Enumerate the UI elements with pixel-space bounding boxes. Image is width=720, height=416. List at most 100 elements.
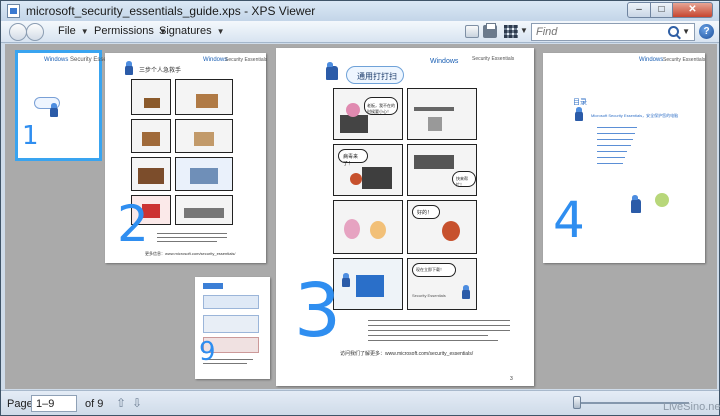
text-line [157, 233, 227, 234]
speech-bubble-text: 好的！ [417, 210, 433, 216]
back-button[interactable] [9, 23, 27, 41]
maximize-button[interactable]: □ [651, 2, 673, 18]
window-title: microsoft_security_essentials_guide.xps … [26, 4, 316, 18]
printer-icon[interactable] [483, 23, 497, 38]
signatures-menu[interactable]: Signatures ▼ [159, 25, 225, 37]
comic-panel: 好的！ [407, 200, 477, 254]
title-bar: microsoft_security_essentials_guide.xps … [1, 1, 719, 21]
zoom-slider-thumb[interactable] [573, 396, 581, 409]
page-footer-text: 访问我们了解更多：www.microsoft.com/security_esse… [340, 351, 474, 357]
page-thumbnail-9[interactable]: 9 [195, 277, 270, 379]
comic-panel [333, 200, 403, 254]
speech-bubble-text: 病毒来了！ [343, 154, 359, 167]
page-label: Page [7, 398, 33, 410]
next-page-icon[interactable]: ⇩ [130, 396, 144, 410]
speech-bubble-text: 老板，我不在的时候要小心！ [367, 103, 395, 114]
security-essentials-badge: Security Essentials [412, 293, 446, 298]
forward-button[interactable] [26, 23, 44, 41]
find-box: ▼ [531, 23, 695, 41]
windows-logo-text: Windows [639, 57, 664, 63]
comic-panel [175, 119, 233, 153]
header-graphic [203, 283, 223, 289]
speech-bubble: 老板，我不在的时候要小心！ [364, 97, 398, 115]
page-number-label: 9 [199, 337, 216, 367]
help-icon[interactable]: ? [699, 24, 714, 39]
mascot-figure [326, 62, 338, 80]
windows-logo-text: Windows [203, 57, 228, 63]
comic-panel: 快来帮忙！ [407, 144, 477, 196]
find-input[interactable] [532, 24, 660, 40]
text-line [157, 237, 227, 238]
chevron-down-icon: ▼ [80, 27, 89, 36]
page-number-label: 1 [22, 121, 39, 151]
text-line [368, 335, 488, 336]
comic-title: 通用打打扫 [357, 72, 397, 81]
toc-heading: Microsoft Security Essentials，安全保护您的电脑 [591, 113, 679, 118]
speech-bubble-text: 快来帮忙！ [456, 176, 468, 187]
mascot-figure [50, 103, 58, 117]
comic-panel: 现在立即下载！ Security Essentials [407, 258, 477, 310]
speech-bubble: 病毒来了！ [338, 149, 368, 167]
page-thumbnail-1[interactable]: Windows Security Essentials 1 [15, 50, 121, 161]
page-number-label: 3 [294, 268, 342, 354]
virus-figure [655, 193, 669, 207]
security-essentials-logo: Security Essentials [225, 57, 268, 63]
signatures-menu-label: Signatures [159, 25, 212, 37]
chevron-down-icon: ▼ [216, 27, 225, 36]
screenshot-graphic [203, 295, 259, 309]
bookmark-icon[interactable] [465, 25, 479, 38]
page-number-label: 2 [117, 195, 149, 253]
page-thumbnail-4[interactable]: Windows Security Essentials 目录 Microsoft… [543, 53, 705, 263]
search-icon[interactable] [668, 26, 679, 37]
speech-bubble: 快来帮忙！ [452, 171, 476, 187]
windows-logo: Windows [44, 57, 68, 63]
speech-bubble-text: 现在立即下载！ [416, 267, 444, 272]
xps-viewer-window: microsoft_security_essentials_guide.xps … [0, 0, 720, 416]
minimize-button[interactable]: – [627, 2, 651, 18]
comic-panel [131, 157, 171, 191]
toc-entry [597, 139, 633, 140]
page-thumbnail-2[interactable]: Windows Security Essentials 三步个人急救手 更多信息… [105, 53, 268, 263]
comic-panel [131, 119, 171, 153]
page-number-label: 4 [553, 191, 585, 249]
chevron-down-icon[interactable]: ▼ [682, 27, 690, 36]
windows-logo-text: Windows [44, 57, 69, 63]
toc-title: 目录 [573, 99, 587, 106]
file-menu[interactable]: File ▼ [58, 25, 89, 37]
comic-panel: 老板，我不在的时候要小心！ [333, 88, 403, 140]
toc-entry [597, 145, 631, 146]
permissions-menu-label: Permissions [94, 25, 154, 37]
mascot-figure [125, 61, 133, 75]
close-button[interactable]: ✕ [673, 2, 713, 18]
toc-entry [597, 157, 625, 158]
speech-bubble: 好的！ [412, 205, 440, 219]
comic-panel [407, 88, 477, 140]
screenshot-graphic [203, 315, 259, 333]
comic-panel: 病毒来了！ [333, 144, 403, 196]
speech-bubble: 现在立即下载！ [412, 263, 456, 277]
chevron-down-icon[interactable]: ▼ [520, 26, 528, 35]
toc-entry [597, 127, 637, 128]
toc-entry [597, 133, 635, 134]
page-view-icon[interactable] [504, 25, 518, 38]
comic-panel [175, 157, 233, 191]
page-thumbnail-3[interactable]: Windows Security Essentials 通用打打扫 老板，我不在… [276, 48, 534, 386]
mascot-figure [631, 195, 641, 213]
watermark-text: LiveSino.net [663, 401, 720, 413]
text-line [157, 241, 217, 242]
page-count-label: of 9 [85, 398, 104, 410]
comic-panel [175, 79, 233, 115]
toolbar: File ▼ Permissions▼ Signatures ▼ ▼ ▼ ? [1, 21, 719, 43]
security-essentials-logo: Security Essentials [663, 57, 706, 63]
permissions-menu[interactable]: Permissions ▼ [94, 25, 167, 37]
text-line [368, 330, 510, 331]
security-essentials-logo: Security Essentials [472, 56, 515, 62]
toc-entry [597, 151, 627, 152]
window-controls: – □ ✕ [627, 2, 713, 18]
previous-page-icon[interactable]: ⇧ [114, 396, 128, 410]
text-line [368, 320, 510, 321]
document-view[interactable]: Windows Security Essentials 1 Windows Se… [5, 44, 717, 389]
comic-panel [175, 195, 233, 225]
page-number-input[interactable] [31, 395, 77, 412]
xps-document-icon [7, 4, 20, 18]
